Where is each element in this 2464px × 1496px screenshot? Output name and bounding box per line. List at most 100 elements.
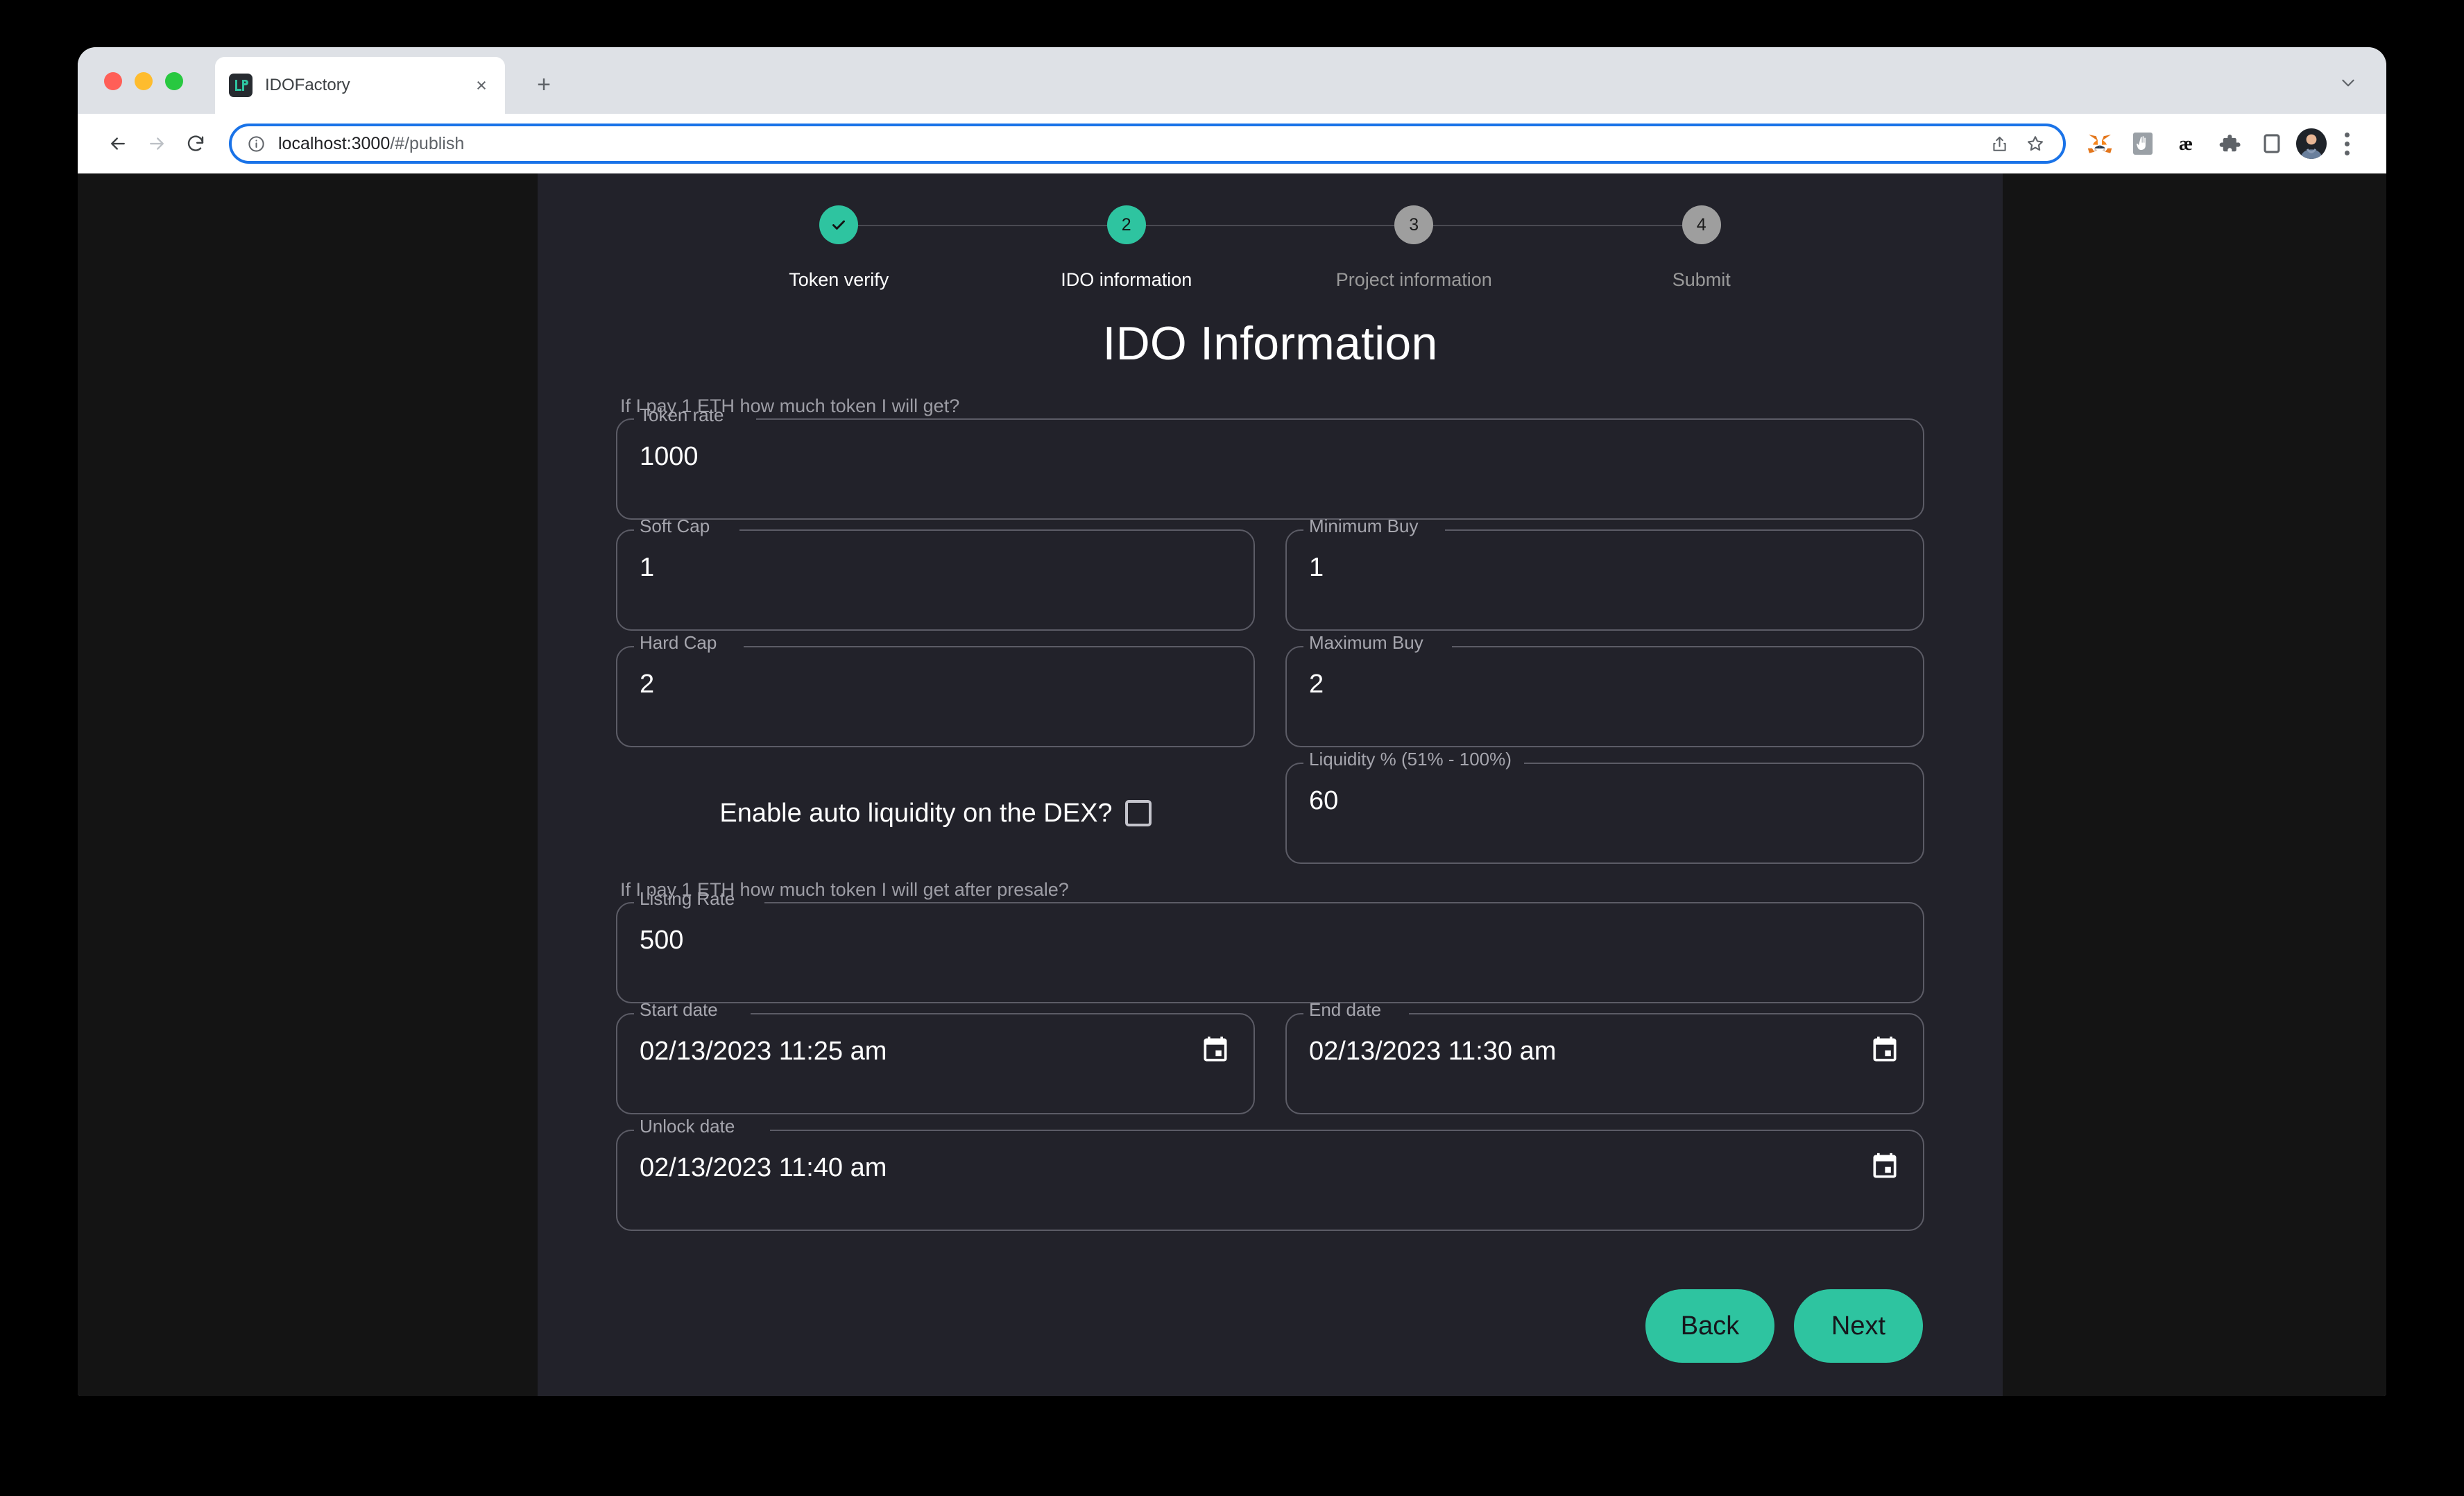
end-date-field[interactable]: End date 02/13/2023 11:30 am [1285,1001,1924,1114]
page-viewport: Token verify 2 IDO information 3 Project… [78,173,2386,1396]
start-date-value: 02/13/2023 11:25 am [640,1037,887,1066]
step-4-marker: 4 [1682,205,1721,244]
browser-toolbar: localhost:3000/#/publish æ [78,114,2386,173]
browser-tab-strip: IDOFactory × + [78,47,2386,114]
minimum-buy-field[interactable]: Minimum Buy 1 [1285,517,1924,631]
token-rate-value: 1000 [640,442,699,471]
auto-liquidity-toggle[interactable]: Enable auto liquidity on the DEX? [616,763,1255,864]
gesture-hand-icon[interactable] [2124,125,2162,162]
close-tab-button[interactable]: × [470,74,493,96]
step-1-label: Token verify [789,269,889,290]
wizard-stepper: Token verify 2 IDO information 3 Project… [695,205,1845,298]
listing-rate-helper-text: If I pay 1 ETH how much token I will get… [620,879,1069,900]
calendar-icon[interactable] [1869,1034,1901,1066]
soft-cap-value: 1 [640,553,655,582]
date-row: Start date 02/13/2023 11:25 am End date … [616,1001,1924,1114]
url-path: /#/publish [390,133,465,153]
maximize-window-button[interactable] [165,72,183,90]
token-rate-row: Token rate 1000 [616,406,1924,520]
token-rate-field[interactable]: Token rate 1000 [616,406,1924,520]
side-panel-icon[interactable] [2253,125,2291,162]
unlock-date-field[interactable]: Unlock date 02/13/2023 11:40 am [616,1117,1924,1231]
field-outline [1285,529,1924,631]
url-host: localhost:3000 [278,133,391,153]
maximum-buy-field[interactable]: Maximum Buy 2 [1285,634,1924,747]
listing-rate-value: 500 [640,926,684,955]
step-3-label: Project information [1335,269,1492,290]
avatar[interactable] [2296,128,2327,159]
end-date-label: End date [1309,999,1382,1020]
minimum-buy-value: 1 [1309,553,1324,582]
auto-liquidity-checkbox[interactable] [1124,800,1152,826]
browser-tab[interactable]: IDOFactory × [215,57,505,114]
window-controls [104,72,183,90]
cap-buy-row-1: Soft Cap 1 Minimum Buy 1 [616,517,1924,631]
forward-arrow-icon[interactable] [137,124,176,163]
app-right-gutter [2003,173,2386,1396]
app-left-gutter [78,173,538,1396]
puzzle-piece-icon[interactable] [2210,125,2248,162]
unlock-date-value: 02/13/2023 11:40 am [640,1153,887,1182]
lp-monogram-icon [229,74,253,97]
field-outline [616,418,1924,520]
hard-cap-label: Hard Cap [640,632,717,653]
end-date-value: 02/13/2023 11:30 am [1309,1037,1557,1066]
new-tab-button[interactable]: + [527,68,561,101]
listing-rate-field[interactable]: Listing Rate 500 [616,890,1924,1003]
next-button[interactable]: Next [1794,1289,1923,1363]
listing-rate-label: Listing Rate [640,888,735,909]
step-ido-information[interactable]: 2 IDO information [983,205,1271,291]
liquidity-percent-field[interactable]: Liquidity % (51% - 100%) 60 [1285,750,1924,864]
token-rate-label: Token rate [640,405,724,425]
share-icon[interactable] [1981,126,2017,162]
ae-letter-icon[interactable]: æ [2167,125,2205,162]
unlock-date-label: Unlock date [640,1116,735,1137]
step-connector-3-4 [1414,225,1702,226]
field-outline [616,902,1924,1003]
desktop-background: IDOFactory × + localhost:3000/#/publish … [0,0,2464,1496]
cap-buy-row-2: Hard Cap 2 Maximum Buy 2 [616,634,1924,747]
star-icon[interactable] [2017,126,2053,162]
start-date-label: Start date [640,999,718,1020]
back-button[interactable]: Back [1645,1289,1774,1363]
minimize-window-button[interactable] [135,72,153,90]
metamask-fox-icon[interactable] [2081,125,2119,162]
liquidity-row: Enable auto liquidity on the DEX? Liquid… [616,750,1924,864]
back-arrow-icon[interactable] [99,124,137,163]
address-bar-url: localhost:3000/#/publish [278,134,1981,154]
step-3-marker: 3 [1394,205,1434,244]
step-2-marker: 2 [1106,205,1146,244]
reload-icon[interactable] [176,124,215,163]
step-4-label: Submit [1672,269,1731,290]
step-connector-1-2 [839,225,1127,226]
chevron-down-icon[interactable] [2339,74,2357,95]
step-connector-2-3 [1126,225,1414,226]
ido-information-form: If I pay 1 ETH how much token I will get… [616,396,1924,1363]
start-date-field[interactable]: Start date 02/13/2023 11:25 am [616,1001,1255,1114]
unlock-date-row: Unlock date 02/13/2023 11:40 am [616,1117,1924,1231]
hard-cap-field[interactable]: Hard Cap 2 [616,634,1255,747]
info-circle-icon[interactable] [247,135,266,153]
close-window-button[interactable] [104,72,122,90]
browser-window: IDOFactory × + localhost:3000/#/publish … [78,47,2386,1396]
token-rate-helper-text: If I pay 1 ETH how much token I will get… [620,396,960,416]
form-actions: Back Next [616,1289,1924,1363]
stepper-track: Token verify 2 IDO information 3 Project… [695,205,1845,291]
calendar-icon[interactable] [1869,1150,1901,1182]
listing-rate-row: Listing Rate 500 [616,890,1924,1003]
extension-icons: æ [2081,125,2291,162]
field-outline [1285,646,1924,747]
svg-text:æ: æ [2179,133,2193,154]
soft-cap-label: Soft Cap [640,516,710,536]
field-outline [616,529,1255,631]
soft-cap-field[interactable]: Soft Cap 1 [616,517,1255,631]
three-dot-menu-icon[interactable] [2331,125,2363,162]
step-submit[interactable]: 4 Submit [1558,205,1846,291]
address-bar[interactable]: localhost:3000/#/publish [229,124,2066,164]
calendar-icon[interactable] [1199,1034,1231,1066]
page-title: IDO Information [1102,317,1438,370]
step-token-verify[interactable]: Token verify [695,205,983,291]
maximum-buy-label: Maximum Buy [1309,632,1423,653]
step-1-marker [819,205,859,244]
step-project-information[interactable]: 3 Project information [1270,205,1558,291]
